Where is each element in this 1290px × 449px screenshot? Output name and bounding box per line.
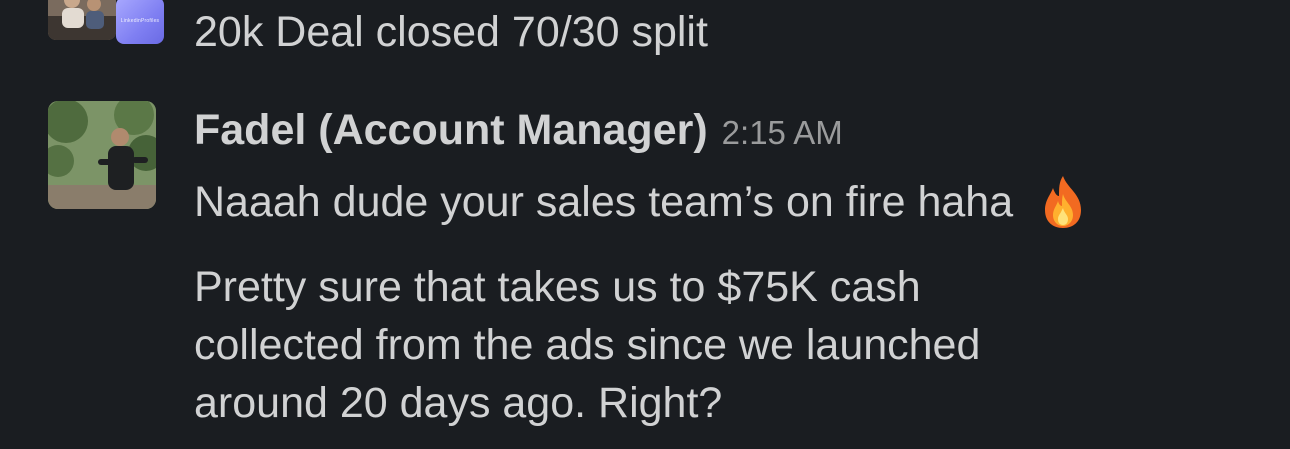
app-logo: LinkedinProfiles (120, 17, 160, 24)
message-paragraph: Pretty sure that takes us to $75K cash c… (194, 258, 1194, 432)
author-avatar[interactable] (48, 101, 156, 209)
message-paragraph-line: Pretty sure that takes us to $75K cash (194, 263, 921, 311)
message-timestamp[interactable]: 2:15 AM (722, 107, 843, 159)
message-line-1: Naaah dude your sales team’s on fire hah… (194, 174, 1089, 230)
app-avatar[interactable]: LinkedinProfiles (116, 0, 164, 44)
fire-emoji-icon (1037, 174, 1089, 230)
message-line-1-text: Naaah dude your sales team’s on fire hah… (194, 178, 1014, 226)
message-paragraph-line: around 20 days ago. Right? (194, 379, 723, 427)
author-name[interactable]: Fadel (Account Manager) (194, 104, 708, 156)
message-paragraph-line: collected from the ads since we launched (194, 321, 981, 369)
message-pane: LinkedinProfiles 20k Deal closed 70/30 s… (0, 0, 1290, 449)
previous-message-avatars[interactable]: LinkedinProfiles (48, 0, 166, 44)
previous-user-avatar[interactable] (48, 0, 116, 40)
previous-message-text: 20k Deal closed 70/30 split (194, 8, 708, 56)
message-header: Fadel (Account Manager) 2:15 AM (194, 104, 843, 159)
